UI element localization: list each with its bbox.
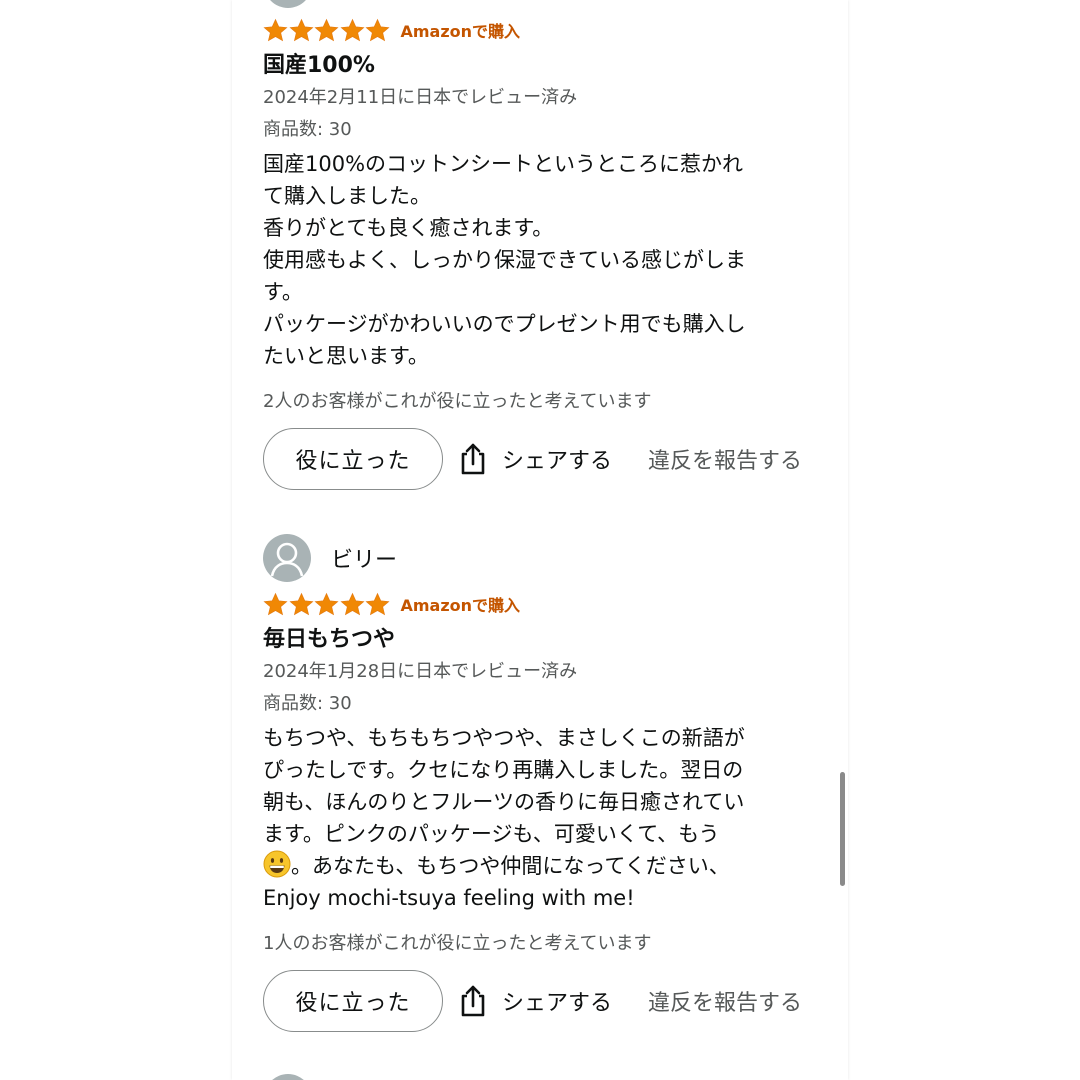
review-actions: 役に立った シェアする 違反を報告する	[263, 970, 823, 1032]
review-body: 国産100%のコットンシートというところに惹かれ て購入しました。 香りがとても…	[263, 148, 811, 372]
star-icon	[365, 18, 390, 41]
verified-purchase-badge: Amazonで購入	[400, 22, 521, 41]
review-title: 毎日もちつや	[263, 627, 396, 652]
review-title: 国産100%	[263, 53, 375, 78]
review-body-line: ます。ピンクのパッケージも、可愛いくて、もう	[263, 822, 720, 846]
star-icon	[365, 592, 390, 615]
star-icon	[288, 592, 314, 615]
review-body-line: たいと思います。	[263, 344, 429, 368]
report-abuse-link[interactable]: 違反を報告する	[648, 443, 802, 475]
helpful-button[interactable]: 役に立った	[263, 970, 443, 1032]
share-icon	[461, 443, 485, 475]
review-date: 2024年2月11日に日本でレビュー済み	[263, 87, 578, 108]
review-body-line-text: 。あなたも、もちつや仲間になってください、	[291, 854, 730, 878]
star-icon	[263, 18, 288, 41]
review-body-line: 国産100%のコットンシートというところに惹かれ	[263, 152, 744, 176]
helpful-button[interactable]: 役に立った	[263, 428, 443, 490]
review-body-line: す。	[263, 280, 303, 304]
review-page: Amazonで購入 国産100% 2024年2月11日に日本でレビュー済み 商品…	[0, 0, 1080, 1080]
report-abuse-link[interactable]: 違反を報告する	[648, 985, 802, 1017]
share-icon	[461, 985, 485, 1017]
star-icon	[339, 592, 365, 615]
review-body-line: パッケージがかわいいのでプレゼント用でも購入し	[263, 312, 746, 336]
review-card: ビリー Amazonで購入 毎日もちつや 2024年1月28日に日本でレビュー済…	[263, 532, 823, 1032]
review-body-line: Enjoy mochi-tsuya feeling with me!	[263, 886, 635, 910]
helpful-count: 1人のお客様がこれが役に立ったと考えています	[263, 933, 652, 954]
product-quantity: 商品数: 30	[263, 119, 352, 140]
rating-row: Amazonで購入	[263, 14, 823, 46]
star-icon	[263, 592, 288, 615]
review-body-line: 使用感もよく、しっかり保湿できている感じがしま	[263, 248, 746, 272]
helpful-count: 2人のお客様がこれが役に立ったと考えています	[263, 391, 652, 412]
review-body: もちつや、もちもちつやつや、まさしくこの新語が ぴったしです。クセになり再購入し…	[263, 722, 811, 914]
verified-purchase-badge: Amazonで購入	[400, 596, 521, 615]
star-icon	[339, 18, 365, 41]
review-body-line: 朝も、ほんのりとフルーツの香りに毎日癒されてい	[263, 790, 745, 814]
star-rating[interactable]	[263, 592, 391, 617]
review-body-line: ぴったしです。クセになり再購入しました。翌日の	[263, 758, 744, 782]
share-label: シェアする	[502, 991, 613, 1016]
share-button[interactable]: シェアする	[458, 442, 612, 476]
review-body-line: 香りがとても良く癒されます。	[263, 216, 554, 240]
review-body-line: て購入しました。	[263, 184, 431, 208]
avatar	[263, 534, 311, 582]
review-actions: 役に立った シェアする 違反を報告する	[263, 428, 823, 490]
review-body-line: もちつや、もちもちつやつや、まさしくこの新語が	[263, 726, 745, 750]
reviewer-profile[interactable]: ビリー	[263, 532, 823, 584]
share-button[interactable]: シェアする	[458, 984, 612, 1018]
review-card: Amazonで購入 国産100% 2024年2月11日に日本でレビュー済み 商品…	[263, 14, 823, 490]
product-quantity: 商品数: 30	[263, 693, 352, 714]
star-icon	[314, 592, 339, 615]
rating-row: Amazonで購入	[263, 588, 823, 620]
grinning-face-emoji-icon	[263, 850, 291, 878]
share-label: シェアする	[502, 449, 613, 474]
star-rating[interactable]	[263, 18, 391, 43]
star-icon	[288, 18, 314, 41]
default-avatar-icon	[270, 542, 304, 577]
reviewer-name: ビリー	[331, 548, 398, 573]
review-body-line-with-emoji: 。あなたも、もちつや仲間になってください、	[263, 850, 811, 882]
star-icon	[314, 18, 339, 41]
review-date: 2024年1月28日に日本でレビュー済み	[263, 661, 578, 682]
scrollbar[interactable]	[840, 772, 845, 886]
